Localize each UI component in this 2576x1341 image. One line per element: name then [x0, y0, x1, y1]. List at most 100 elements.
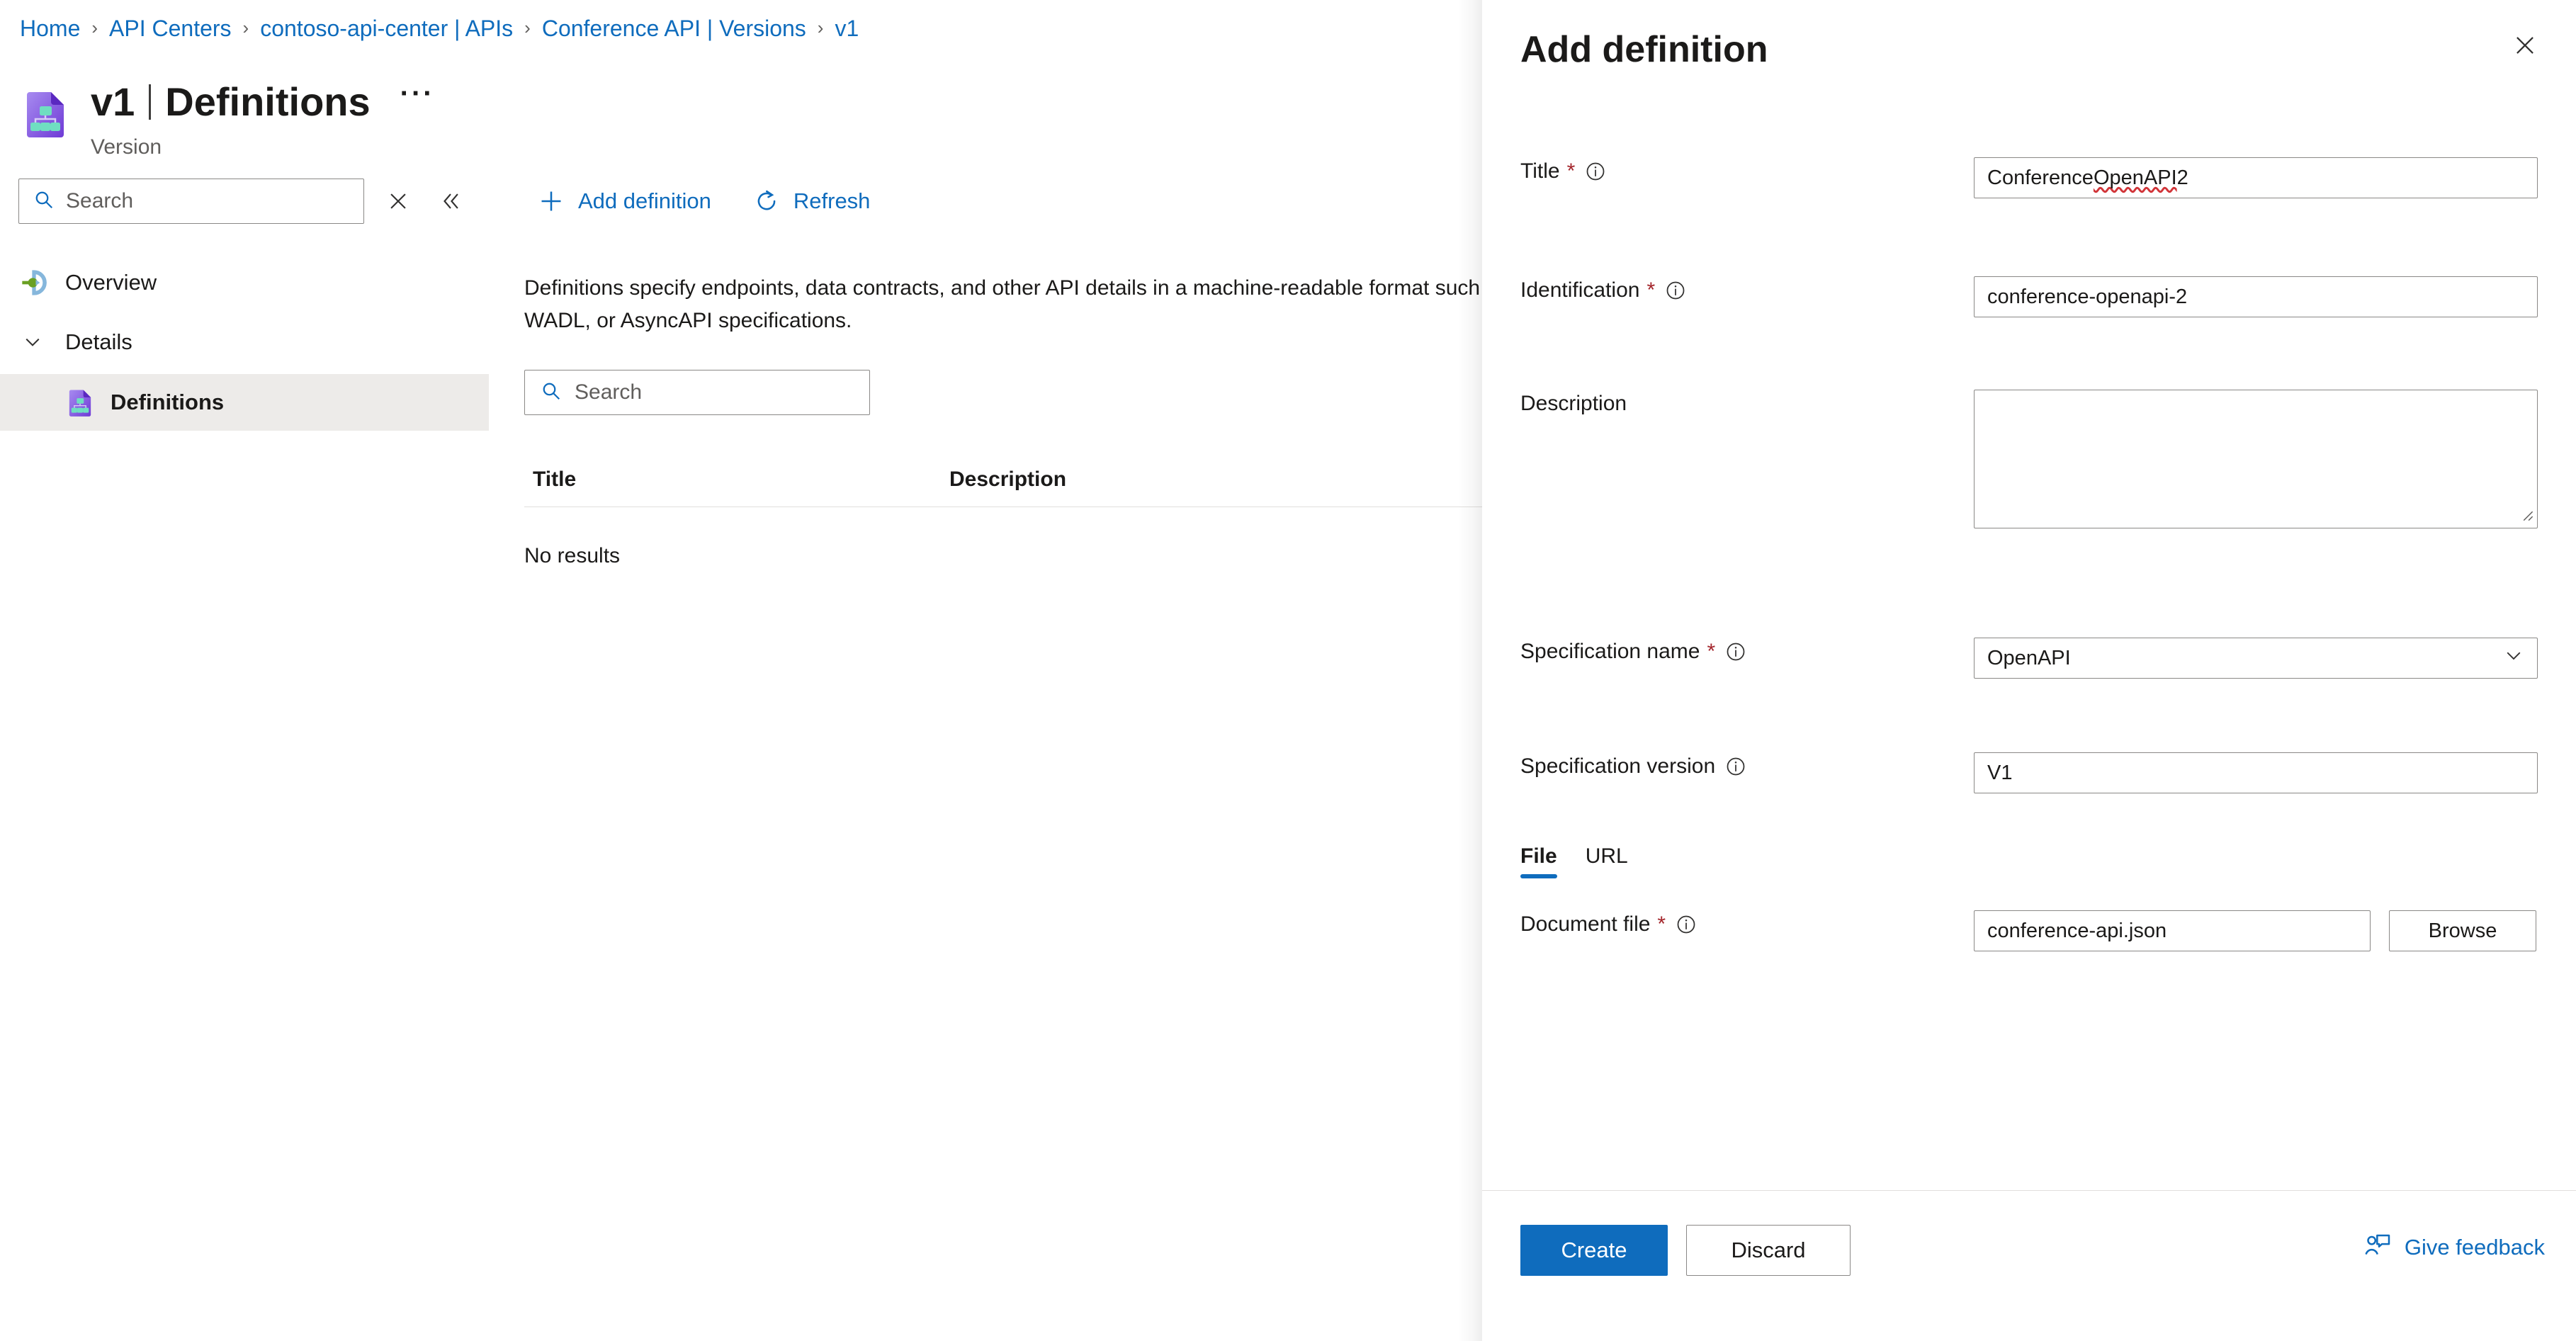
title-field-spellerror: OpenAPI: [2093, 166, 2177, 189]
refresh-icon: [751, 186, 782, 217]
breadcrumb-separator: ›: [524, 17, 531, 38]
required-marker: *: [1566, 159, 1576, 183]
description-label-text: Description: [1520, 392, 1627, 415]
refresh-button[interactable]: Refresh: [740, 179, 882, 224]
page-title-main: v1: [91, 79, 135, 124]
panel-title: Add definition: [1520, 29, 1768, 70]
info-icon[interactable]: [1585, 161, 1606, 182]
tab-file[interactable]: File: [1520, 844, 1557, 878]
api-definition-icon: [65, 387, 95, 417]
page-title-sub: Definitions: [165, 79, 371, 124]
more-options-button[interactable]: ···: [400, 71, 435, 116]
specification-version-value: V1: [1987, 761, 2013, 784]
sidebar-item-label: Definitions: [111, 390, 225, 414]
column-header-description[interactable]: Description: [949, 468, 1374, 492]
identification-field[interactable]: conference-openapi-2: [1974, 276, 2538, 317]
definitions-search-input[interactable]: [573, 380, 835, 405]
title-field[interactable]: Conference OpenAPI 2: [1974, 157, 2538, 198]
specification-name-label: Specification name *: [1520, 638, 1974, 666]
description-label: Description: [1520, 390, 1974, 418]
panel-footer-inner: Create Discard Give feedback: [1520, 1225, 2545, 1276]
plus-icon: [536, 186, 567, 217]
panel-footer: Create Discard Give feedback: [1482, 1190, 2576, 1341]
add-definition-label: Add definition: [578, 188, 711, 213]
sidebar-item-definitions[interactable]: Definitions: [0, 374, 489, 431]
identification-label-text: Identification: [1520, 278, 1640, 302]
document-file-field[interactable]: conference-api.json: [1974, 910, 2371, 951]
info-icon[interactable]: [1725, 756, 1746, 777]
document-file-label: Document file *: [1520, 910, 1974, 939]
breadcrumb-separator: ›: [91, 17, 98, 38]
chevron-down-icon: [18, 328, 47, 356]
description-textarea[interactable]: [1975, 390, 2537, 528]
left-navigation: Overview Details: [0, 179, 489, 431]
give-feedback-label: Give feedback: [2404, 1235, 2545, 1260]
info-icon[interactable]: [1665, 280, 1686, 301]
document-file-value: conference-api.json: [1987, 919, 2167, 942]
column-header-title[interactable]: Title: [524, 468, 949, 492]
source-tabs: File URL: [1520, 844, 1656, 878]
required-marker: *: [1646, 278, 1656, 302]
title-label: Title *: [1520, 157, 1974, 186]
refresh-label: Refresh: [793, 188, 871, 213]
breadcrumb-separator: ›: [242, 17, 249, 38]
azure-portal-page: Home › API Centers › contoso-api-center …: [0, 0, 2576, 1341]
specification-version-label: Specification version: [1520, 752, 1974, 781]
breadcrumb-item-home[interactable]: Home: [20, 14, 80, 43]
document-file-controls: conference-api.json Browse: [1974, 910, 2536, 951]
add-definition-button[interactable]: Add definition: [524, 179, 723, 224]
title-field-prefix: Conference: [1987, 166, 2094, 189]
info-icon[interactable]: [1725, 641, 1746, 662]
identification-field-value: conference-openapi-2: [1987, 285, 2188, 308]
double-chevron-left-icon[interactable]: [432, 183, 469, 220]
field-row-specification-name: Specification name * OpenAPI: [1520, 638, 2545, 679]
breadcrumb-item-api-centers[interactable]: API Centers: [109, 14, 232, 43]
search-icon: [541, 380, 562, 405]
specification-name-value: OpenAPI: [1987, 646, 2071, 669]
breadcrumb-item-conference-api-versions[interactable]: Conference API | Versions: [542, 14, 806, 43]
browse-button[interactable]: Browse: [2389, 910, 2536, 951]
discard-button[interactable]: Discard: [1686, 1225, 1851, 1276]
info-icon[interactable]: [1676, 914, 1697, 935]
specification-name-label-text: Specification name: [1520, 640, 1700, 663]
page-header: v1 Definitions ··· Version: [20, 78, 435, 160]
required-marker: *: [1707, 640, 1716, 663]
nav-search-row: [0, 179, 489, 224]
sidebar-group-details[interactable]: Details: [0, 316, 489, 368]
field-row-specification-version: Specification version V1: [1520, 752, 2545, 793]
breadcrumb-item-v1[interactable]: v1: [835, 14, 859, 43]
page-title: v1 Definitions ···: [91, 78, 435, 125]
specification-version-field[interactable]: V1: [1974, 752, 2538, 793]
panel-body: Title * Conference OpenAPI 2 Identificat…: [1482, 99, 2576, 1190]
title-field-suffix: 2: [2176, 166, 2188, 189]
chevron-down-icon: [2503, 645, 2524, 672]
field-row-description: Description: [1520, 390, 2545, 528]
sidebar-group-label: Details: [65, 329, 132, 354]
person-feedback-icon: [2363, 1232, 2395, 1263]
required-marker: *: [1657, 912, 1666, 936]
description-field[interactable]: [1974, 390, 2538, 528]
field-row-identification: Identification * conference-openapi-2: [1520, 276, 2545, 317]
close-icon[interactable]: [2505, 26, 2545, 65]
breadcrumb-separator: ›: [817, 17, 824, 38]
page-title-divider: [149, 84, 152, 120]
definitions-search-box[interactable]: [524, 370, 870, 415]
close-icon[interactable]: [380, 183, 417, 220]
page-title-block: v1 Definitions ··· Version: [91, 78, 435, 160]
panel-header: Add definition: [1482, 0, 2576, 99]
overview-icon: [18, 267, 50, 298]
specification-name-dropdown[interactable]: OpenAPI: [1974, 638, 2538, 679]
nav-search-box[interactable]: [18, 179, 364, 224]
tab-url[interactable]: URL: [1586, 844, 1628, 878]
sidebar-item-overview[interactable]: Overview: [0, 256, 489, 309]
create-button[interactable]: Create: [1520, 1225, 1668, 1276]
page-subtitle: Version: [91, 135, 162, 159]
search-icon: [33, 189, 55, 214]
nav-search-input[interactable]: [64, 188, 334, 214]
breadcrumb-item-contoso-api-center-apis[interactable]: contoso-api-center | APIs: [260, 14, 513, 43]
identification-label: Identification *: [1520, 276, 1974, 305]
title-label-text: Title: [1520, 159, 1560, 183]
breadcrumb: Home › API Centers › contoso-api-center …: [20, 14, 859, 43]
add-definition-panel: Add definition Title * Conference OpenAP…: [1482, 0, 2576, 1341]
give-feedback-link[interactable]: Give feedback: [2363, 1232, 2545, 1263]
